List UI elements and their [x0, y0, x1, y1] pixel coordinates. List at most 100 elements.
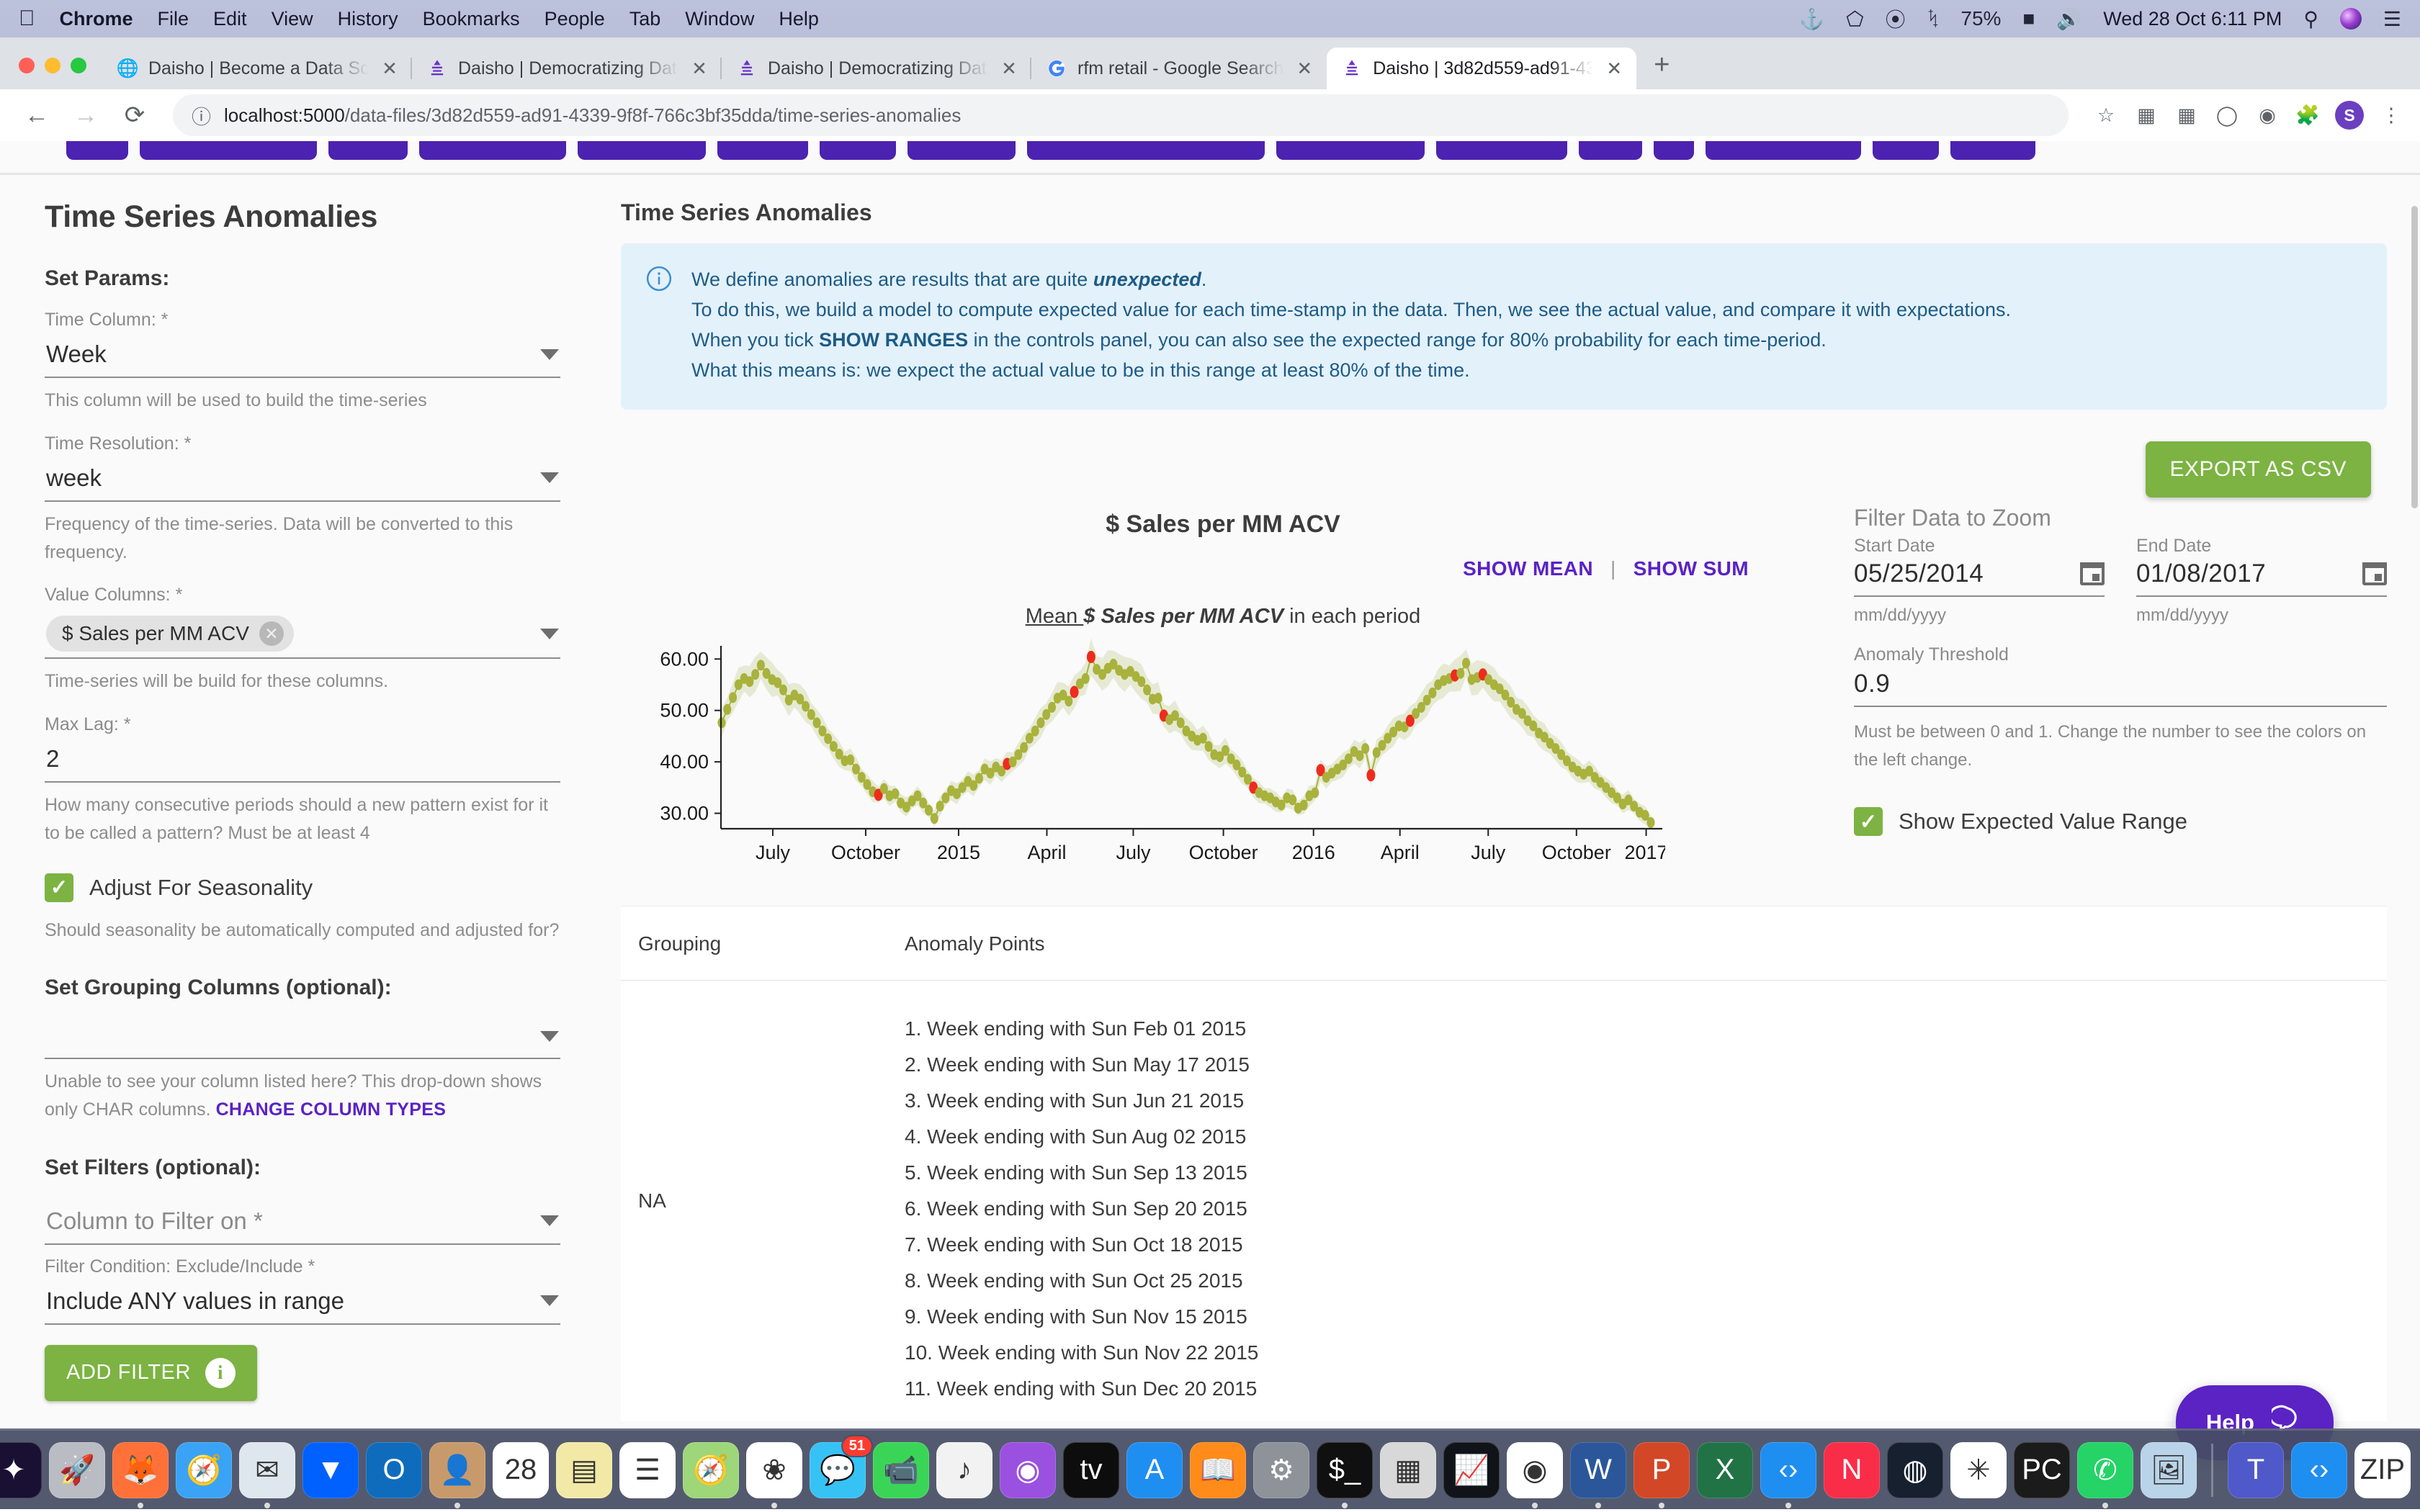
dock-icon-reminders[interactable]: ☰ [619, 1442, 676, 1498]
time-resolution-select[interactable]: week [45, 460, 560, 502]
dock-icon-calendar[interactable]: 28 [493, 1442, 549, 1498]
browser-tab-5-active[interactable]: Daisho | 3d82d559-ad91-4339 ✕ [1327, 48, 1636, 89]
nav-chip[interactable] [908, 141, 1016, 160]
data-point-marker[interactable] [1222, 745, 1229, 756]
dock-icon-firefox[interactable]: 🦊 [112, 1442, 169, 1498]
browser-tab-3[interactable]: Daisho | Democratizing Data S ✕ [722, 48, 1031, 89]
dock-icon-app-store[interactable]: A [1126, 1442, 1183, 1498]
dock-icon-activity-monitor[interactable]: 📈 [1443, 1442, 1500, 1498]
data-point-marker[interactable] [729, 693, 737, 703]
dock-icon-slack[interactable]: ✳ [1950, 1442, 2007, 1498]
close-window-button[interactable] [19, 58, 35, 73]
data-point-marker[interactable] [1361, 743, 1369, 754]
adjust-seasonality-checkbox[interactable]: ✓ Adjust For Seasonality [45, 873, 560, 902]
reader-icon[interactable]: ▦ [2133, 104, 2159, 127]
grouping-columns-select[interactable] [45, 1019, 560, 1059]
scrollbar-thumb[interactable] [2411, 206, 2418, 508]
calendar-icon[interactable] [2362, 562, 2387, 585]
nav-chip[interactable] [717, 141, 808, 160]
data-point-marker[interactable] [830, 742, 838, 752]
address-bar[interactable]: ⓘ localhost:5000/data-files/3d82d559-ad9… [173, 94, 2069, 136]
menu-item-bookmarks[interactable]: Bookmarks [423, 8, 520, 30]
extension-grid-icon[interactable]: ▦ [2174, 104, 2200, 127]
value-columns-select[interactable]: $ Sales per MM ACV ✕ [45, 611, 560, 659]
forward-button[interactable]: → [65, 94, 107, 136]
nav-chip[interactable] [820, 141, 896, 160]
window-controls[interactable] [14, 58, 102, 89]
change-column-types-link[interactable]: CHANGE COLUMN TYPES [216, 1099, 447, 1120]
dock-icon-archive-zip[interactable]: ZIP [2354, 1442, 2411, 1498]
siri-icon[interactable] [2340, 8, 2362, 30]
dock-icon-dropbox[interactable]: ▼ [302, 1442, 359, 1498]
dock-icon-siri[interactable]: ✦ [0, 1442, 42, 1498]
add-filter-button[interactable]: ADD FILTER i [45, 1345, 257, 1401]
close-tab-button[interactable]: ✕ [689, 58, 710, 80]
volume-icon[interactable]: 🔊 [2056, 7, 2081, 31]
data-point-marker[interactable] [846, 755, 854, 765]
dock-icon-safari[interactable]: 🧭 [176, 1442, 232, 1498]
dock-icon-messages[interactable]: 💬51 [810, 1442, 866, 1498]
nav-chip[interactable] [1579, 141, 1642, 160]
dock-icon-word[interactable]: W [1570, 1442, 1626, 1498]
data-point-marker[interactable] [751, 670, 759, 680]
dock-icon-podcasts[interactable]: ◉ [1000, 1442, 1056, 1498]
nav-chip[interactable] [1654, 141, 1694, 160]
data-point-marker[interactable] [931, 814, 938, 824]
nav-chip[interactable] [140, 141, 317, 160]
remove-chip-icon[interactable]: ✕ [259, 621, 284, 646]
data-point-marker[interactable] [1289, 795, 1296, 806]
menu-item-window[interactable]: Window [685, 8, 754, 30]
menu-item-edit[interactable]: Edit [213, 8, 247, 30]
dock-icon-system-preferences[interactable]: ⚙ [1253, 1442, 1309, 1498]
nav-chip[interactable] [1950, 141, 2035, 160]
data-point-marker[interactable] [818, 726, 826, 737]
data-point-marker[interactable] [891, 788, 899, 799]
dock-icon-outlook[interactable]: O [366, 1442, 422, 1498]
close-tab-button[interactable]: ✕ [1294, 58, 1315, 80]
data-point-marker[interactable] [975, 773, 983, 784]
browser-tab-4[interactable]: rfm retail - Google Search ✕ [1031, 48, 1327, 89]
dock-icon-steam[interactable]: ◍ [1887, 1442, 1943, 1498]
menu-item-history[interactable]: History [338, 8, 398, 30]
maximize-window-button[interactable] [71, 58, 86, 73]
dock-icon-excel[interactable]: X [1697, 1442, 1753, 1498]
data-point-marker[interactable] [852, 764, 860, 775]
close-tab-button[interactable]: ✕ [998, 58, 1020, 80]
data-point-marker[interactable] [1082, 673, 1090, 684]
dock-icon-whatsapp[interactable]: ✆ [2077, 1442, 2133, 1498]
data-point-marker[interactable] [1036, 718, 1044, 729]
data-point-marker[interactable] [1020, 742, 1028, 753]
circle-icon[interactable]: ◯ [2214, 104, 2240, 127]
data-point-marker[interactable] [824, 734, 832, 744]
data-point-marker[interactable] [1300, 800, 1308, 811]
dock-icon-mail[interactable]: ✉ [239, 1442, 295, 1498]
dock-icon-itunes[interactable]: ♪ [936, 1442, 992, 1498]
menu-bar-clock[interactable]: Wed 28 Oct 6:11 PM [2103, 8, 2282, 30]
dock-icon-terminal[interactable]: $_ [1317, 1442, 1373, 1498]
dock-icon-powerpoint[interactable]: P [1634, 1442, 1690, 1498]
data-point-marker[interactable] [723, 704, 731, 715]
dock-icon-calculator[interactable]: ▦ [1380, 1442, 1436, 1498]
data-point-marker[interactable] [1177, 718, 1185, 729]
data-point-marker[interactable] [802, 701, 810, 712]
value-column-chip[interactable]: $ Sales per MM ACV ✕ [46, 616, 294, 652]
data-point-marker[interactable] [1311, 788, 1319, 798]
data-point-marker[interactable] [936, 801, 944, 811]
time-series-plot[interactable]: 30.0040.0050.0060.00JulyOctober2015April… [635, 636, 1811, 877]
menu-item-chrome[interactable]: Chrome [60, 8, 133, 30]
puzzle-extension-icon[interactable]: 🧩 [2295, 104, 2321, 127]
nav-chip[interactable] [328, 141, 408, 160]
dock-icon-launchpad[interactable]: 🚀 [49, 1442, 105, 1498]
nav-chip[interactable] [1276, 141, 1425, 160]
dock-icon-news[interactable]: N [1824, 1442, 1880, 1498]
menu-item-help[interactable]: Help [779, 8, 819, 30]
max-lag-input[interactable]: 2 [45, 741, 560, 783]
export-as-csv-button[interactable]: EXPORT AS CSV [2146, 441, 2372, 498]
dock-icon-stickies[interactable]: ▤ [556, 1442, 612, 1498]
minimize-window-button[interactable] [45, 58, 60, 73]
data-point-marker[interactable] [1199, 733, 1207, 744]
battery-icon[interactable]: ■ [2022, 7, 2035, 30]
show-expected-range-checkbox[interactable]: ✓ Show Expected Value Range [1854, 807, 2387, 836]
data-point-marker[interactable] [813, 718, 821, 729]
info-icon[interactable]: i [205, 1358, 236, 1388]
